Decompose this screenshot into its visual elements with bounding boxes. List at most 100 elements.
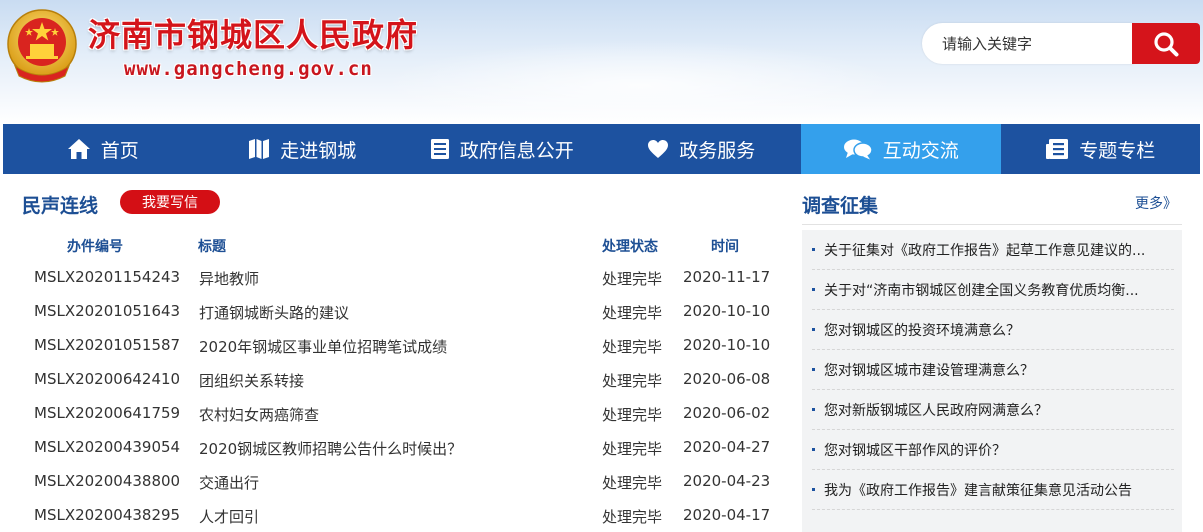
- heart-icon: [648, 140, 669, 158]
- list-item-text[interactable]: 您对钢城区的投资环境满意么？: [824, 320, 1020, 340]
- row-status: 处理完毕: [602, 304, 663, 322]
- nav-item-interaction[interactable]: 互动交流: [801, 124, 1001, 174]
- nav-label: 政府信息公开: [459, 139, 574, 162]
- search-button[interactable]: [1132, 23, 1200, 64]
- list-item[interactable]: 您对钢城区的投资环境满意么？: [812, 310, 1174, 350]
- table-row[interactable]: MSLX20200641759 农村妇女两癌筛查 处理完毕 2020-06-02: [22, 396, 782, 430]
- list-item-text[interactable]: 我为《政府工作报告》建言献策征集意见活动公告: [824, 480, 1132, 500]
- site-url[interactable]: www.gangcheng.gov.cn: [124, 58, 373, 80]
- row-date: 2020-06-02: [683, 404, 771, 422]
- table-row[interactable]: MSLX20200642410 团组织关系转接 处理完毕 2020-06-08: [22, 362, 782, 396]
- row-status: 处理完毕: [602, 270, 663, 288]
- nav-item-info-disclosure[interactable]: 政府信息公开: [402, 124, 602, 174]
- nav-label: 专题专栏: [1079, 139, 1156, 162]
- row-title[interactable]: 团组织关系转接: [199, 370, 304, 391]
- table-row[interactable]: MSLX20201154243 异地教师 处理完毕 2020-11-17: [22, 260, 782, 294]
- bullet-icon: [812, 448, 815, 451]
- list-item-text[interactable]: 您对钢城区城市建设管理满意么？: [824, 360, 1034, 380]
- letters-panel: 民声连线 我要写信 办件编号 标题 处理状态 时间 MSLX2020115424…: [22, 174, 782, 532]
- row-id: MSLX20200641759: [34, 404, 181, 422]
- row-date: 2020-04-17: [683, 506, 771, 524]
- list-item[interactable]: 您对新版钢城区人民政府网满意么？: [812, 390, 1174, 430]
- list-item-text[interactable]: 您对新版钢城区人民政府网满意么？: [824, 400, 1048, 420]
- row-id: MSLX20200439054: [34, 438, 181, 456]
- main-nav: 首页 走进钢城 政府信息公开 政务服务 互动交流 专题专栏: [3, 124, 1200, 174]
- nav-label: 政务服务: [679, 139, 756, 162]
- row-title[interactable]: 2020年钢城区事业单位招聘笔试成绩: [199, 336, 447, 357]
- letters-table-header: 办件编号 标题 处理状态 时间: [22, 236, 782, 256]
- row-id: MSLX20200642410: [34, 370, 181, 388]
- table-row[interactable]: MSLX20200438800 交通出行 处理完毕 2020-04-23: [22, 464, 782, 498]
- row-date: 2020-04-23: [683, 472, 771, 490]
- search-bar: [922, 23, 1200, 64]
- nav-item-services[interactable]: 政务服务: [602, 124, 802, 174]
- row-id: MSLX20200438800: [34, 472, 181, 490]
- list-item[interactable]: 您对钢城区城市建设管理满意么？: [812, 350, 1174, 390]
- column-header-id: 办件编号: [67, 239, 123, 255]
- site-title[interactable]: 济南市钢城区人民政府: [88, 10, 418, 56]
- row-title[interactable]: 农村妇女两癌筛查: [199, 404, 319, 425]
- row-id: MSLX20201051587: [34, 336, 181, 354]
- nav-item-home[interactable]: 首页: [3, 124, 203, 174]
- write-letter-button[interactable]: 我要写信: [120, 190, 220, 214]
- home-icon: [67, 139, 90, 159]
- row-status: 处理完毕: [602, 474, 663, 492]
- row-status: 处理完毕: [602, 406, 663, 424]
- list-item-text[interactable]: 关于征集对《政府工作报告》起草工作意见建议的...: [824, 240, 1145, 260]
- list-item[interactable]: 您对钢城区干部作风的评价？: [812, 430, 1174, 470]
- row-title[interactable]: 人才回引: [199, 506, 259, 527]
- table-row[interactable]: MSLX20200438295 人才回引 处理完毕 2020-04-17: [22, 498, 782, 532]
- row-status: 处理完毕: [602, 440, 663, 458]
- bullet-icon: [812, 328, 815, 331]
- row-title[interactable]: 打通钢城断头路的建议: [199, 302, 349, 323]
- survey-more-link[interactable]: 更多》: [1135, 193, 1177, 213]
- document-list-icon: [430, 139, 449, 159]
- nav-item-special-topics[interactable]: 专题专栏: [1001, 124, 1201, 174]
- list-item-text[interactable]: 关于对“济南市钢城区创建全国义务教育优质均衡...: [824, 280, 1139, 300]
- row-date: 2020-10-10: [683, 336, 771, 354]
- nav-label: 走进钢城: [280, 139, 357, 162]
- nav-label: 首页: [100, 139, 139, 162]
- map-icon: [249, 139, 270, 159]
- row-id: MSLX20201051643: [34, 302, 181, 320]
- column-header-title: 标题: [198, 239, 226, 255]
- row-id: MSLX20200438295: [34, 506, 181, 524]
- row-status: 处理完毕: [602, 372, 663, 390]
- chat-icon: [843, 139, 873, 160]
- row-title[interactable]: 2020钢城区教师招聘公告什么时候出？: [199, 438, 462, 459]
- nav-item-about[interactable]: 走进钢城: [203, 124, 403, 174]
- row-date: 2020-11-17: [683, 268, 771, 286]
- list-item-text[interactable]: 您对钢城区干部作风的评价？: [824, 440, 1006, 460]
- row-title[interactable]: 异地教师: [199, 268, 259, 289]
- nav-label: 互动交流: [882, 139, 959, 162]
- row-title[interactable]: 交通出行: [199, 472, 259, 493]
- survey-title[interactable]: 调查征集: [802, 191, 878, 218]
- bullet-icon: [812, 248, 815, 251]
- site-header: 济南市钢城区人民政府 www.gangcheng.gov.cn: [0, 0, 1203, 124]
- search-input[interactable]: [922, 23, 1134, 64]
- search-icon: [1154, 31, 1179, 56]
- column-header-status: 处理状态: [602, 239, 658, 255]
- letters-title[interactable]: 民声连线: [22, 191, 98, 218]
- list-item[interactable]: 关于征集对《政府工作报告》起草工作意见建议的...: [812, 230, 1174, 270]
- table-row[interactable]: MSLX20201051587 2020年钢城区事业单位招聘笔试成绩 处理完毕 …: [22, 328, 782, 362]
- row-date: 2020-10-10: [683, 302, 771, 320]
- row-status: 处理完毕: [602, 508, 663, 526]
- letters-table: MSLX20201154243 异地教师 处理完毕 2020-11-17 MSL…: [22, 260, 782, 532]
- table-row[interactable]: MSLX20201051643 打通钢城断头路的建议 处理完毕 2020-10-…: [22, 294, 782, 328]
- newspaper-icon: [1046, 139, 1069, 159]
- list-item[interactable]: 关于对“济南市钢城区创建全国义务教育优质均衡...: [812, 270, 1174, 310]
- bullet-icon: [812, 288, 815, 291]
- national-emblem-icon: [7, 9, 77, 83]
- row-date: 2020-06-08: [683, 370, 771, 388]
- bullet-icon: [812, 408, 815, 411]
- divider: [802, 224, 1182, 225]
- bullet-icon: [812, 488, 815, 491]
- table-row[interactable]: MSLX20200439054 2020钢城区教师招聘公告什么时候出？ 处理完毕…: [22, 430, 782, 464]
- row-id: MSLX20201154243: [34, 268, 181, 286]
- list-item[interactable]: 我为《政府工作报告》建言献策征集意见活动公告: [812, 470, 1174, 510]
- column-header-date: 时间: [711, 239, 739, 255]
- survey-list: 关于征集对《政府工作报告》起草工作意见建议的... 关于对“济南市钢城区创建全国…: [802, 230, 1182, 532]
- header-background-glow: [380, 40, 900, 124]
- row-status: 处理完毕: [602, 338, 663, 356]
